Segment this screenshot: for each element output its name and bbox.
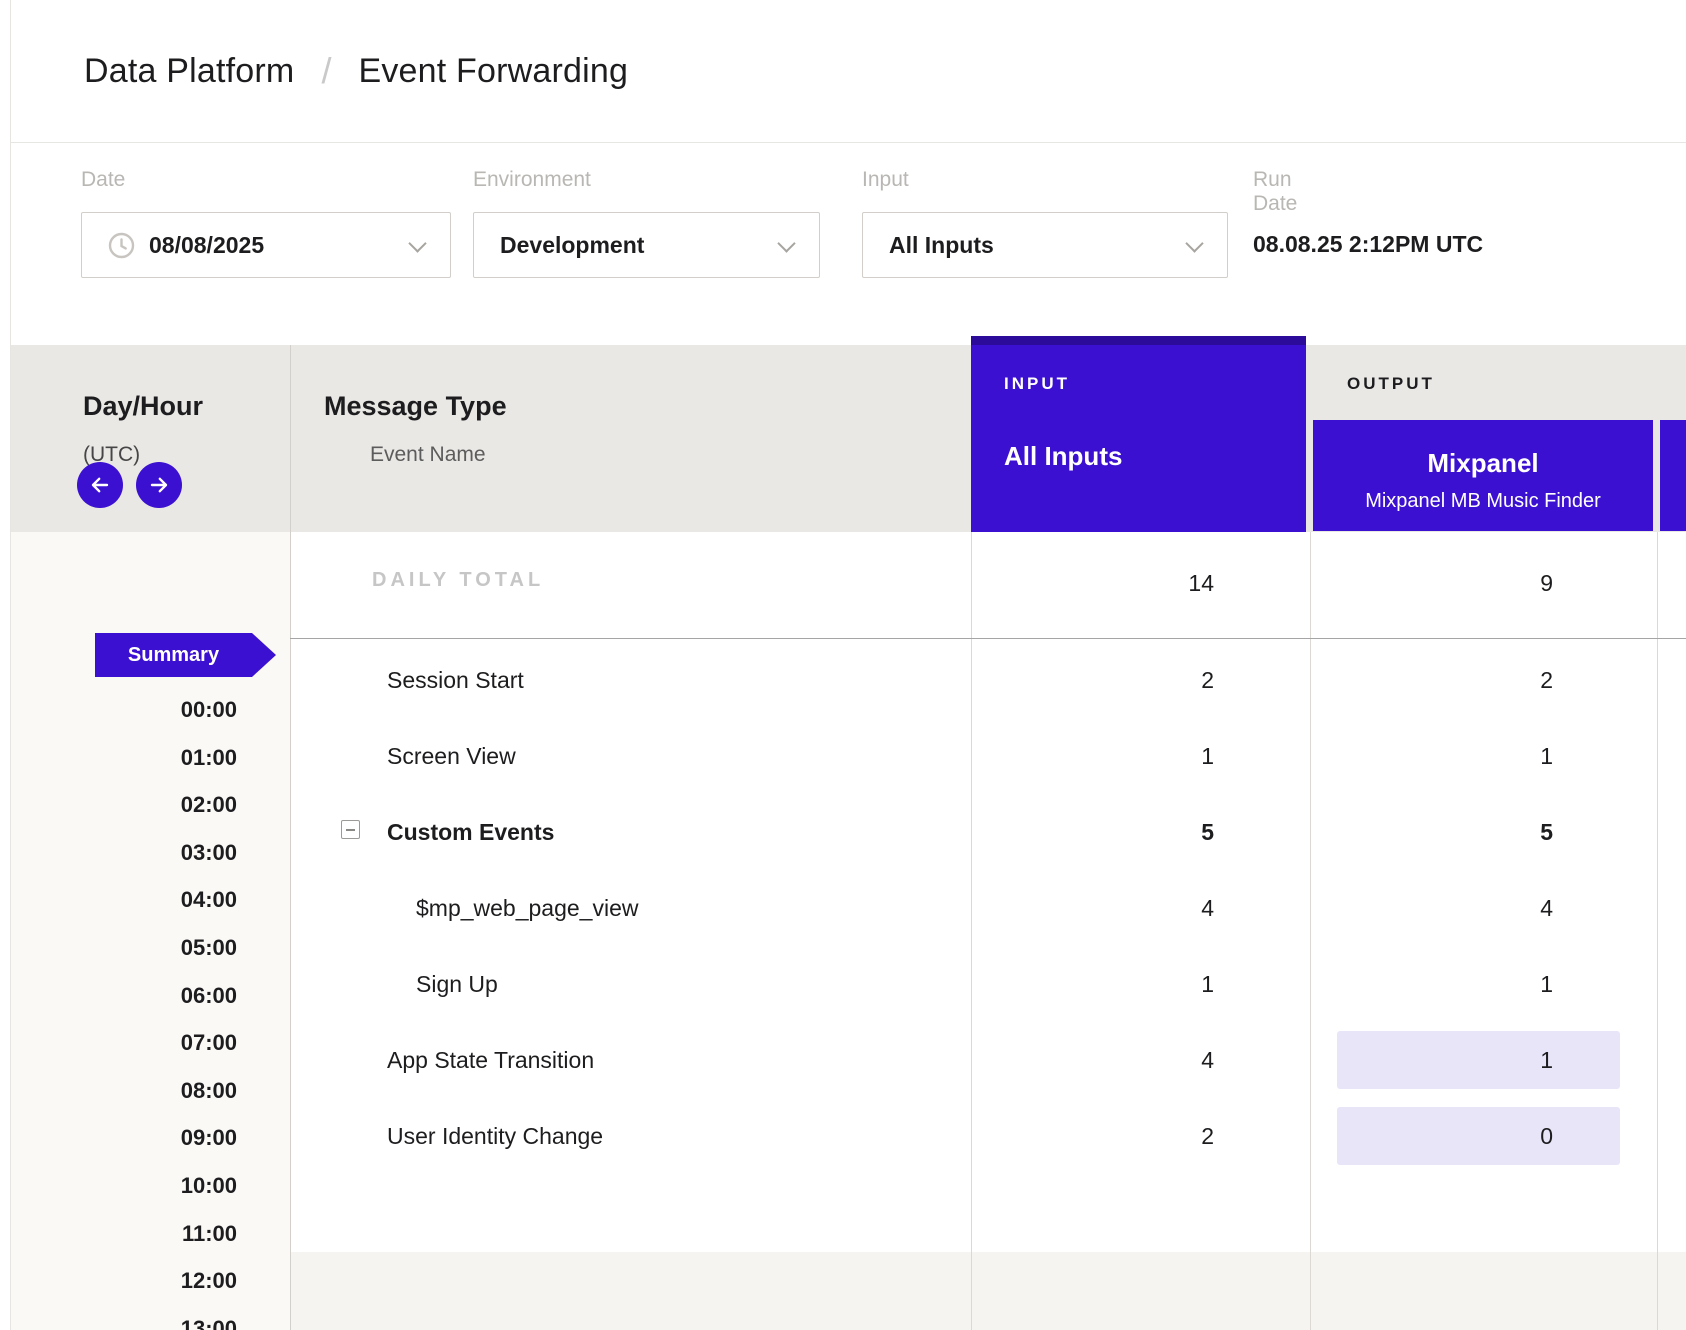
arrow-right-icon	[147, 473, 171, 497]
chevron-down-icon	[1185, 234, 1203, 252]
event-forwarding-page: Data Platform / Event Forwarding Date 08…	[0, 0, 1686, 1330]
daily-total-input-value: 14	[971, 570, 1262, 597]
arrow-left-icon	[88, 473, 112, 497]
summary-badge[interactable]: Summary	[95, 633, 252, 677]
hour-label-06[interactable]: 06:00	[11, 983, 237, 1009]
daily-total-output-value: 9	[1315, 570, 1605, 597]
table-row: Sign Up 1 1	[290, 946, 1686, 1022]
event-label: Custom Events	[387, 819, 554, 846]
output-column-subtitle: Mixpanel MB Music Finder	[1313, 490, 1653, 513]
input-count: 2	[971, 1123, 1262, 1150]
table-row: Session Start 2 2	[290, 642, 1686, 718]
hour-label-02[interactable]: 02:00	[11, 792, 237, 818]
output-count: 5	[1315, 819, 1605, 846]
environment-value: Development	[500, 232, 644, 259]
hour-label-01[interactable]: 01:00	[11, 745, 237, 771]
daily-total-label: DAILY TOTAL	[372, 569, 544, 592]
table-footer-area	[290, 1252, 1686, 1330]
output-group-label: OUTPUT	[1347, 374, 1435, 394]
input-group-label: INPUT	[1004, 374, 1070, 394]
output-column-header-mixpanel: Mixpanel Mixpanel MB Music Finder	[1313, 420, 1653, 531]
hour-label-11[interactable]: 11:00	[11, 1221, 237, 1247]
table-row: Screen View 1 1	[290, 718, 1686, 794]
date-value: 08/08/2025	[149, 232, 264, 259]
next-output-column-partial	[1660, 420, 1686, 531]
hour-label-08[interactable]: 08:00	[11, 1078, 237, 1104]
input-count: 4	[971, 895, 1262, 922]
hour-label-10[interactable]: 10:00	[11, 1173, 237, 1199]
input-count: 1	[971, 743, 1262, 770]
environment-dropdown[interactable]: Development	[473, 212, 820, 278]
previous-day-button[interactable]	[77, 462, 123, 508]
environment-filter-label: Environment	[473, 168, 591, 192]
output-count: 1	[1315, 1047, 1605, 1074]
hour-label-09[interactable]: 09:00	[11, 1125, 237, 1151]
input-count: 4	[971, 1047, 1262, 1074]
run-date-label: Run Date	[1253, 168, 1297, 216]
input-dropdown[interactable]: All Inputs	[862, 212, 1228, 278]
filter-bar: Date 08/08/2025 Environment Development …	[11, 143, 1686, 345]
input-count: 2	[971, 667, 1262, 694]
event-label: App State Transition	[387, 1047, 594, 1074]
next-day-button[interactable]	[136, 462, 182, 508]
breadcrumb-separator: /	[321, 50, 331, 92]
table-row: User Identity Change 2 0	[290, 1098, 1686, 1174]
hour-label-12[interactable]: 12:00	[11, 1268, 237, 1294]
table-row: App State Transition 4 1	[290, 1022, 1686, 1098]
minus-square-icon[interactable]	[341, 820, 360, 839]
event-label: User Identity Change	[387, 1123, 603, 1150]
input-column-name: All Inputs	[1004, 441, 1122, 472]
output-column-name: Mixpanel	[1313, 448, 1653, 479]
table-row: $mp_web_page_view 4 4	[290, 870, 1686, 946]
hour-label-07[interactable]: 07:00	[11, 1030, 237, 1056]
message-type-column-subtitle: Event Name	[370, 443, 486, 467]
chevron-down-icon	[777, 234, 795, 252]
breadcrumb-link-data-platform[interactable]: Data Platform	[84, 52, 294, 91]
input-filter-label: Input	[862, 168, 909, 192]
table-row-custom-events: Custom Events 5 5	[290, 794, 1686, 870]
hour-label-13[interactable]: 13:00	[11, 1316, 237, 1330]
message-type-column-title: Message Type	[324, 391, 507, 422]
event-label: Session Start	[387, 667, 524, 694]
output-count: 4	[1315, 895, 1605, 922]
daily-total-row: DAILY TOTAL 14 9	[290, 532, 1686, 639]
output-count: 1	[1315, 971, 1605, 998]
day-hour-column-title: Day/Hour	[83, 391, 203, 422]
run-date-value: 08.08.25 2:12PM UTC	[1253, 231, 1483, 258]
breadcrumb: Data Platform / Event Forwarding	[11, 0, 1686, 143]
output-count: 2	[1315, 667, 1605, 694]
date-filter-label: Date	[81, 168, 125, 192]
hour-label-04[interactable]: 04:00	[11, 887, 237, 913]
output-count: 1	[1315, 743, 1605, 770]
input-column-header: INPUT All Inputs	[971, 336, 1306, 532]
chevron-down-icon	[408, 234, 426, 252]
hour-label-03[interactable]: 03:00	[11, 840, 237, 866]
event-label: Sign Up	[416, 971, 498, 998]
input-count: 5	[971, 819, 1262, 846]
breadcrumb-current-page: Event Forwarding	[358, 52, 628, 91]
hour-label-05[interactable]: 05:00	[11, 935, 237, 961]
clock-icon	[108, 232, 135, 259]
event-label: $mp_web_page_view	[416, 895, 639, 922]
event-label: Screen View	[387, 743, 516, 770]
input-value: All Inputs	[889, 232, 994, 259]
hour-label-00[interactable]: 00:00	[11, 697, 237, 723]
input-count: 1	[971, 971, 1262, 998]
output-count: 0	[1315, 1123, 1605, 1150]
date-dropdown[interactable]: 08/08/2025	[81, 212, 451, 278]
